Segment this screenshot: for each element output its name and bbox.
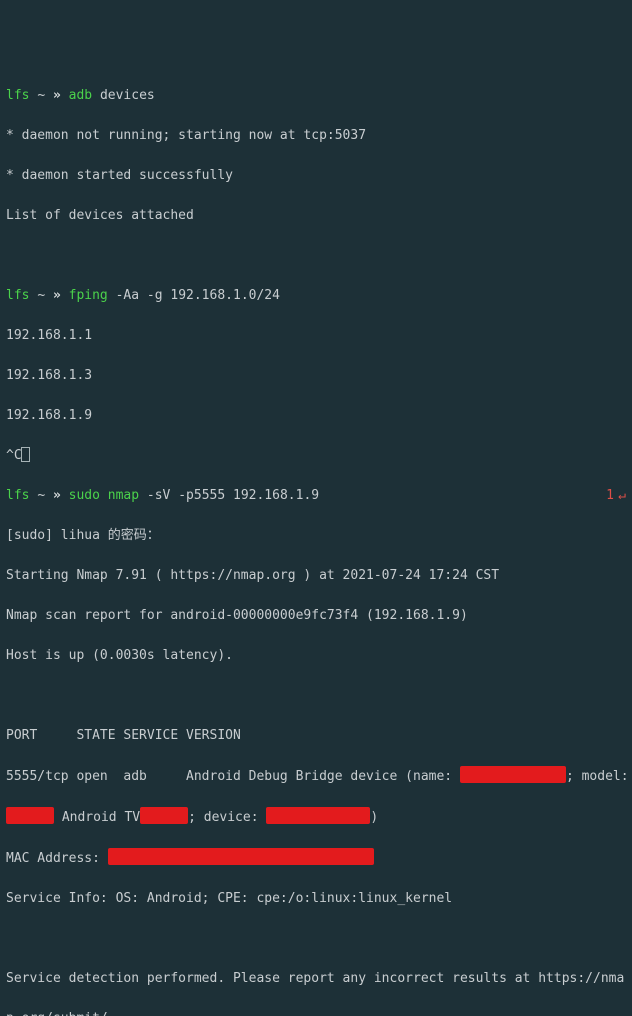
prompt-sep: ~ — [37, 88, 45, 103]
prompt-sep: ~ — [37, 488, 45, 503]
args-fping: -Aa -g 192.168.1.0/24 — [116, 288, 280, 303]
prompt-sep: ~ — [37, 288, 45, 303]
service-info: Service Info: OS: Android; CPE: cpe:/o:l… — [6, 889, 626, 909]
redacted-mac — [108, 848, 374, 865]
mac-line: MAC Address: — [6, 848, 626, 869]
port-text-c: Android TV — [54, 810, 140, 825]
ctrl-c: ^C — [6, 448, 22, 463]
redacted-model — [6, 807, 54, 824]
output-line: Nmap scan report for android-00000000e9f… — [6, 606, 626, 626]
cmd-sudo: sudo — [69, 488, 100, 503]
prompt-line-1: lfs ~ » adb devices — [6, 86, 626, 106]
prompt-user: lfs — [6, 288, 29, 303]
cmd-nmap: nmap — [108, 488, 139, 503]
prompt-line-2: lfs ~ » fping -Aa -g 192.168.1.0/24 — [6, 286, 626, 306]
output-line: * daemon not running; starting now at tc… — [6, 126, 626, 146]
prompt-arrow: » — [53, 88, 61, 103]
port-text-a: 5555/tcp open adb Android Debug Bridge d… — [6, 769, 460, 784]
prompt-user: lfs — [6, 88, 29, 103]
output-line: * daemon started successfully — [6, 166, 626, 186]
blank-line — [6, 686, 626, 706]
port-text-b: ; model: — [566, 769, 629, 784]
redacted-device — [266, 807, 370, 824]
prompt-user: lfs — [6, 488, 29, 503]
blank-line — [6, 246, 626, 266]
redacted-name — [460, 766, 566, 783]
cmd-fping: fping — [69, 288, 108, 303]
output-line: Starting Nmap 7.91 ( https://nmap.org ) … — [6, 566, 626, 586]
output-line: List of devices attached — [6, 206, 626, 226]
ctrl-c-line: ^C — [6, 446, 626, 466]
mac-label: MAC Address: — [6, 851, 108, 866]
cursor-icon — [21, 447, 30, 462]
detection-line-2: p.org/submit/ . — [6, 1009, 626, 1016]
args-nmap: -sV -p5555 192.168.1.9 — [147, 488, 319, 503]
output-line: 192.168.1.9 — [6, 406, 626, 426]
port-text-e: ) — [370, 810, 378, 825]
prompt-arrow: » — [53, 488, 61, 503]
prompt-arrow: » — [53, 288, 61, 303]
port-header: PORT STATE SERVICE VERSION — [6, 726, 626, 746]
blank-line — [6, 929, 626, 949]
output-line: [sudo] lihua 的密码： — [6, 526, 626, 546]
exit-arrow-icon: ↵ — [618, 486, 626, 506]
port-line: 5555/tcp open adb Android Debug Bridge d… — [6, 766, 626, 787]
redacted-tv — [140, 807, 188, 824]
output-line: 192.168.1.1 — [6, 326, 626, 346]
prompt-line-3: lfs ~ » sudo nmap -sV -p5555 192.168.1.9… — [6, 486, 626, 506]
detection-line-1: Service detection performed. Please repo… — [6, 969, 626, 989]
args-adb: devices — [100, 88, 155, 103]
cmd-adb: adb — [69, 88, 92, 103]
exit-code: 1 — [606, 486, 614, 506]
output-line: Host is up (0.0030s latency). — [6, 646, 626, 666]
port-text-d: ; device: — [188, 810, 266, 825]
output-line: 192.168.1.3 — [6, 366, 626, 386]
port-line-2: Android TV ; device: ) — [6, 807, 626, 828]
